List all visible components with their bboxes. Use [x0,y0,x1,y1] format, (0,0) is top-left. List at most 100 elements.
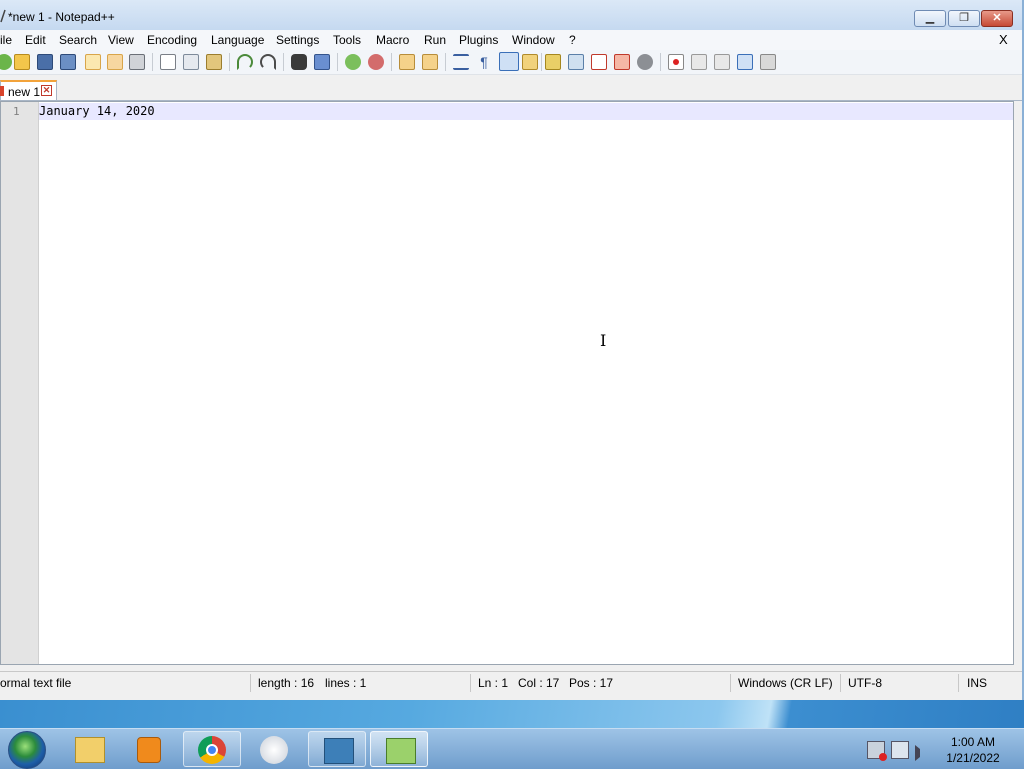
menu-macro[interactable]: Macro [376,33,409,47]
new-file-icon[interactable] [0,54,12,70]
volume-icon[interactable] [915,745,928,761]
close-icon[interactable] [85,54,101,70]
status-line: Ln : 1 [478,676,509,690]
toolbar-separator [337,53,338,71]
status-insert-mode: INS [967,676,988,690]
menu-plugins[interactable]: Plugins [459,33,498,47]
taskbar-chrome-button[interactable] [183,731,241,767]
status-lines: lines : 1 [325,676,367,690]
toolbar: ¶ [0,50,1022,75]
close-document-button[interactable]: X [999,32,1008,47]
unsaved-file-icon [0,86,4,96]
save-icon[interactable] [37,54,53,70]
folder-workspace-icon[interactable] [568,54,584,70]
taskbar: 1:00 AM 1/21/2022 [0,728,1024,769]
doc-list-icon[interactable] [614,54,630,70]
cut-icon[interactable] [160,54,176,70]
line-number: 1 [13,105,20,118]
menu-language[interactable]: Language [211,33,264,47]
status-separator [470,674,471,692]
action-center-icon[interactable] [867,741,887,761]
menu-file[interactable]: ile [0,33,12,47]
close-all-icon[interactable] [107,54,123,70]
undo-icon[interactable] [237,54,253,70]
status-separator [840,674,841,692]
menu-tools[interactable]: Tools [333,33,361,47]
title-bar[interactable]: *new 1 - Notepad++ ▁ ❐ ✕ [0,0,1022,30]
paste-icon[interactable] [206,54,222,70]
taskbar-media-player-button[interactable] [120,731,178,767]
status-eol-format: Windows (CR LF) [738,676,833,690]
toolbar-separator [660,53,661,71]
maximize-button[interactable]: ❐ [948,10,980,27]
function-list-icon[interactable] [522,54,538,70]
taskbar-explorer-button[interactable] [60,731,118,767]
menu-bar: ile Edit Search View Encoding Language S… [0,30,1022,50]
hide-lines-icon[interactable] [637,54,653,70]
toolbar-separator [391,53,392,71]
status-length: length : 16 [258,676,315,690]
tab-close-icon[interactable]: ✕ [41,85,52,96]
word-wrap-icon[interactable] [453,54,469,70]
close-button[interactable]: ✕ [981,10,1013,27]
system-clock[interactable]: 1:00 AM 1/21/2022 [940,734,1006,766]
toolbar-separator [541,53,542,71]
taskbar-notepadpp-button[interactable] [370,731,428,767]
status-separator [250,674,251,692]
record-macro-icon[interactable] [668,54,684,70]
minimize-button[interactable]: ▁ [914,10,946,27]
taskbar-disc-button[interactable] [245,731,303,767]
run-macro-multiple-icon[interactable] [737,54,753,70]
find-icon[interactable] [291,54,307,70]
sync-horizontal-icon[interactable] [422,54,438,70]
menu-search[interactable]: Search [59,33,97,47]
taskbar-download-button[interactable] [308,731,366,767]
status-bar: ormal text file length : 16 lines : 1 Ln… [0,671,1022,694]
editor-area[interactable]: 1 January 14, 2020 I [0,101,1014,665]
menu-window[interactable]: Window [512,33,555,47]
document-map-icon[interactable] [545,54,561,70]
replace-icon[interactable] [314,54,330,70]
menu-run[interactable]: Run [424,33,446,47]
disc-icon [260,736,288,764]
folder-icon [75,737,105,763]
current-line-highlight [39,103,1013,120]
toolbar-separator [229,53,230,71]
save-all-icon[interactable] [60,54,76,70]
menu-encoding[interactable]: Encoding [147,33,197,47]
stop-recording-icon[interactable] [691,54,707,70]
status-separator [730,674,731,692]
status-file-type: ormal text file [0,676,72,690]
toolbar-separator [152,53,153,71]
chrome-icon [198,736,226,764]
tab-new-1[interactable]: new 1 ✕ [0,80,57,100]
menu-edit[interactable]: Edit [25,33,46,47]
copy-icon[interactable] [183,54,199,70]
save-macro-icon[interactable] [760,54,776,70]
sync-vertical-icon[interactable] [399,54,415,70]
editor-line-text[interactable]: January 14, 2020 [39,104,155,118]
clock-date: 1/21/2022 [946,751,1000,765]
redo-icon[interactable] [260,54,276,70]
monitoring-icon[interactable] [591,54,607,70]
status-position: Pos : 17 [569,676,614,690]
indent-guide-icon[interactable] [499,52,519,71]
zoom-out-icon[interactable] [368,54,384,70]
notepad-app-icon [0,9,6,23]
line-number-gutter: 1 [1,102,39,664]
print-icon[interactable] [129,54,145,70]
open-file-icon[interactable] [14,54,30,70]
show-all-chars-icon[interactable]: ¶ [476,54,492,70]
download-icon [324,738,354,764]
start-button[interactable] [8,731,46,769]
playback-macro-icon[interactable] [714,54,730,70]
menu-view[interactable]: View [108,33,134,47]
status-column: Col : 17 [518,676,560,690]
notepad-plus-plus-icon [386,738,416,764]
menu-help[interactable]: ? [569,33,576,47]
menu-settings[interactable]: Settings [276,33,319,47]
zoom-in-icon[interactable] [345,54,361,70]
status-encoding: UTF-8 [848,676,882,690]
tab-bar: new 1 ✕ [0,75,1022,101]
network-icon[interactable] [891,741,909,759]
